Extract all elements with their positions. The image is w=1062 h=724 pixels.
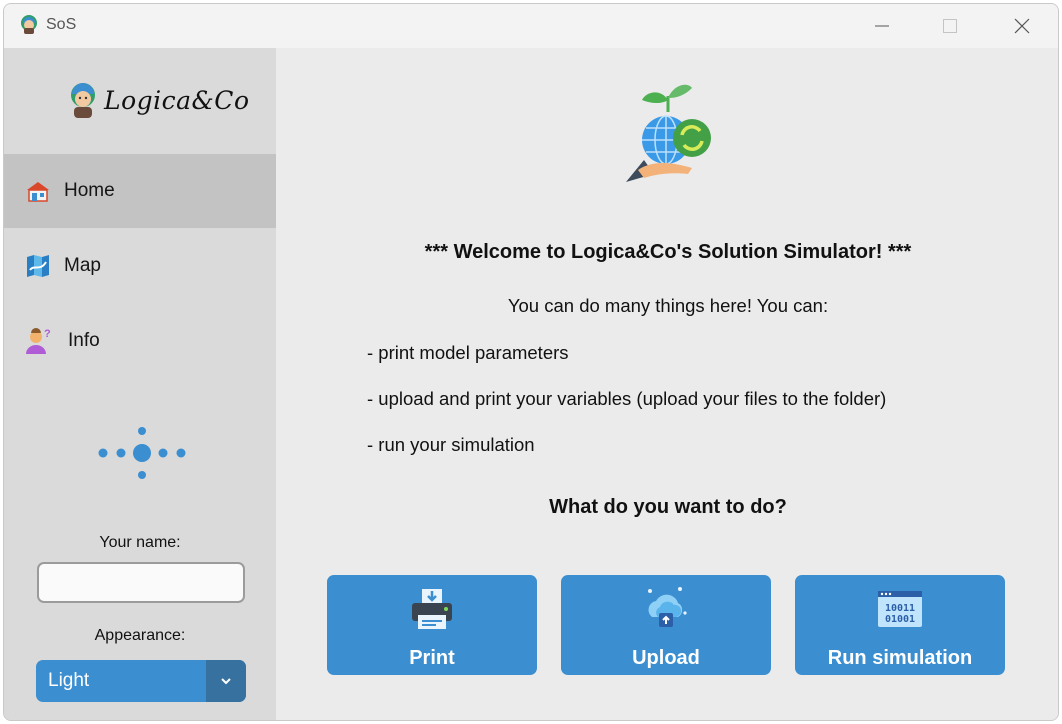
window-title: SoS <box>46 16 77 33</box>
welcome-heading: *** Welcome to Logica&Co's Solution Simu… <box>424 241 912 263</box>
logo-avatar-icon <box>71 83 95 118</box>
app-window: SoS Logica&Co Home Map ? Info Your name:… <box>3 3 1059 721</box>
appearance-dropdown-button[interactable] <box>206 660 246 702</box>
printer-icon <box>412 589 452 629</box>
run-simulation-button[interactable]: 10011 01001 Run simulation <box>795 575 1005 675</box>
bullet-item: - print model parameters <box>367 342 569 363</box>
svg-text:?: ? <box>44 328 51 340</box>
maximize-icon <box>943 19 957 33</box>
nav-home-label: Home <box>64 180 115 201</box>
intro-text: You can do many things here! You can: <box>507 295 829 316</box>
bullet-item: - run your simulation <box>367 434 535 455</box>
cloud-upload-icon <box>648 587 687 627</box>
name-input[interactable] <box>37 562 245 603</box>
sidebar: Logica&Co Home Map ? Info Your name: App… <box>4 48 276 720</box>
minimize-button[interactable] <box>848 4 916 48</box>
sidebar-logo: Logica&Co <box>68 78 250 122</box>
nav-map-label: Map <box>64 255 101 276</box>
close-icon <box>1014 18 1030 34</box>
upload-button-label: Upload <box>632 647 700 669</box>
close-button[interactable] <box>988 4 1056 48</box>
name-label: Your name: <box>99 534 181 551</box>
logo-text: Logica&Co <box>104 85 250 115</box>
map-icon <box>27 255 49 277</box>
title-bar: SoS <box>4 4 1058 48</box>
maximize-button[interactable] <box>916 4 984 48</box>
main-content: *** Welcome to Logica&Co's Solution Simu… <box>276 48 1058 720</box>
minimize-icon <box>875 25 889 27</box>
binary-line-2: 01001 <box>885 614 915 625</box>
globe-plant-icon <box>626 84 711 182</box>
chevron-down-icon <box>221 678 231 685</box>
app-logo-icon <box>21 15 37 34</box>
run-simulation-button-label: Run simulation <box>827 647 973 669</box>
person-question-icon: ? <box>26 328 51 354</box>
binary-code-icon: 10011 01001 <box>878 591 922 627</box>
house-icon <box>27 182 49 202</box>
bullet-item: - upload and print your variables (uploa… <box>367 388 887 409</box>
upload-button[interactable]: Upload <box>561 575 771 675</box>
appearance-label: Appearance: <box>94 627 186 644</box>
nav-info-label: Info <box>68 330 100 351</box>
print-button[interactable]: Print <box>327 575 537 675</box>
appearance-select[interactable]: Light <box>36 660 246 702</box>
question-heading: What do you want to do? <box>549 496 787 518</box>
nav-map[interactable]: Map <box>4 229 276 303</box>
appearance-select-value: Light <box>48 670 90 691</box>
nav-home[interactable]: Home <box>4 154 276 228</box>
nav-info[interactable]: ? Info <box>4 304 276 378</box>
print-button-label: Print <box>409 647 455 669</box>
binary-line-1: 10011 <box>885 603 915 614</box>
loading-dots-icon <box>98 427 186 479</box>
